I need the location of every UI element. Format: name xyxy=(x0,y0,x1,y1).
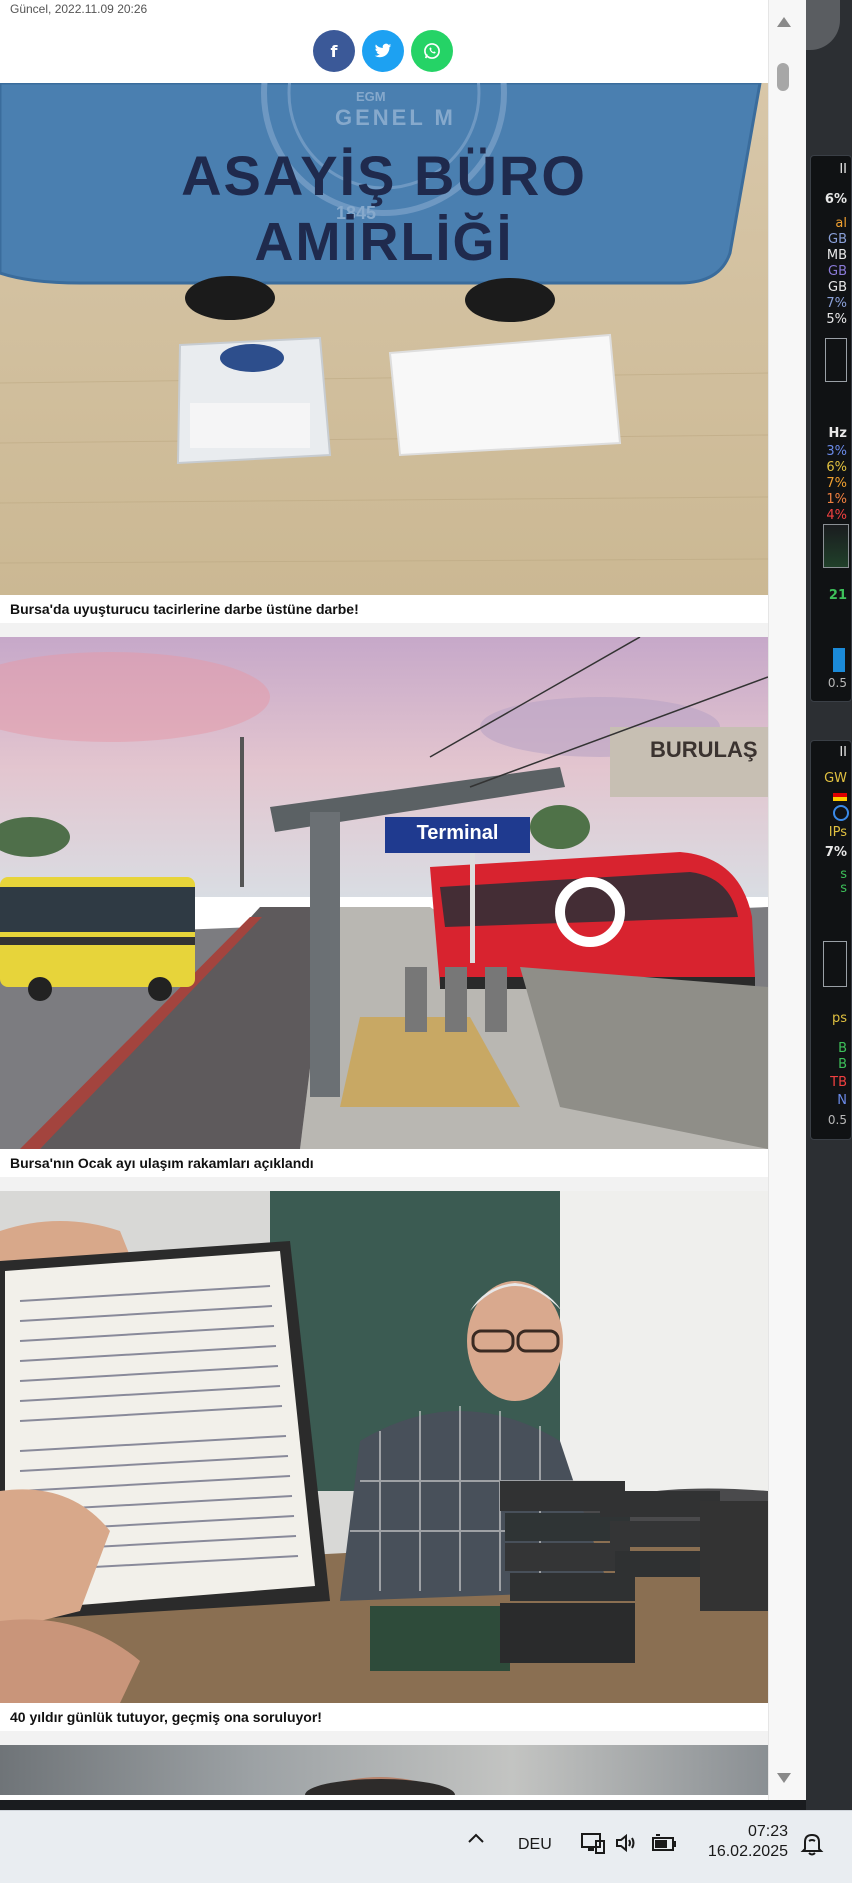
whatsapp-icon xyxy=(424,43,440,59)
sent-value: B xyxy=(838,1041,847,1056)
news-card[interactable]: 40 yıldır günlük tutuyor, geçmiş ona sor… xyxy=(0,1191,768,1731)
temp-value: 21 xyxy=(828,588,847,603)
total-value: TB xyxy=(830,1075,847,1090)
recv-value: B xyxy=(838,1057,847,1072)
sign-seal-mid: EGM xyxy=(356,89,386,104)
network-icon xyxy=(833,805,849,821)
show-hidden-icons-button[interactable] xyxy=(466,1831,486,1850)
news-image-partial[interactable] xyxy=(0,1745,768,1795)
news-card[interactable] xyxy=(0,1745,768,1795)
notifications-button[interactable] xyxy=(800,1831,824,1862)
ram-value: GB xyxy=(828,232,847,247)
taskbar: DEU 07:23 16.02.2025 xyxy=(0,1810,852,1883)
sign-text-line2: AMİRLİĞİ xyxy=(254,212,514,272)
article-header: Güncel, 2022.11.09 20:26 f xyxy=(0,0,768,83)
clock-button[interactable]: 07:23 16.02.2025 xyxy=(700,1823,788,1861)
notification-bell-icon xyxy=(800,1833,824,1856)
partial-photo xyxy=(305,1777,455,1795)
news-card[interactable]: GENEL M EGM ASAYİŞ BÜRO 1845 AMİRLİĞİ Bu… xyxy=(0,83,768,623)
chevron-up-icon xyxy=(468,1833,484,1843)
disk2-value: GB xyxy=(828,280,847,295)
sign-seal-top: GENEL M xyxy=(335,105,456,130)
scroll-thumb[interactable] xyxy=(777,63,789,91)
speaker-icon xyxy=(616,1833,635,1853)
core3-value: 7% xyxy=(826,476,847,491)
twitter-icon xyxy=(374,43,392,58)
facebook-share-button[interactable]: f xyxy=(313,30,355,72)
news-title[interactable]: Bursa'da uyuşturucu tacirlerine darbe üs… xyxy=(10,601,359,617)
mem-value: MB xyxy=(826,248,847,263)
usage-value: 7% xyxy=(826,296,847,311)
disk-value: GB xyxy=(828,264,847,279)
language-indicator[interactable]: DEU xyxy=(518,1836,552,1854)
whatsapp-share-button[interactable] xyxy=(411,30,453,72)
vertical-scrollbar[interactable] xyxy=(768,0,806,1800)
news-card[interactable]: Terminal BURULAŞ Bursa'nın Ocak ayı ulaş… xyxy=(0,637,768,1177)
diary-photo xyxy=(0,1191,768,1703)
usage2-value: 5% xyxy=(826,312,847,327)
company-sign: BURULAŞ xyxy=(650,737,758,762)
page-viewport: Güncel, 2022.11.09 20:26 f GENEL M EGM A… xyxy=(0,0,768,1795)
network-monitor-panel: II GW IPs 7% s s ps B B TB N 0.5 xyxy=(810,740,852,1140)
flag-icon xyxy=(833,789,847,801)
version-value: 0.5 xyxy=(827,676,847,690)
network-icon xyxy=(581,1833,605,1854)
graph-box xyxy=(825,338,847,382)
tram-photo xyxy=(0,637,768,1149)
clock-date: 16.02.2025 xyxy=(707,1843,788,1860)
download-label: s xyxy=(840,881,847,896)
version-value: 0.5 xyxy=(827,1113,847,1127)
twitter-share-button[interactable] xyxy=(362,30,404,72)
net-graph xyxy=(823,941,847,987)
scroll-up-icon[interactable] xyxy=(777,17,791,27)
net-usage: 7% xyxy=(824,845,847,860)
upload-label: s xyxy=(840,867,847,882)
system-monitor-panel: II 6% al GB MB GB GB 7% 5% Hz 3% 6% 7% 1… xyxy=(810,155,852,702)
cpu-value: 6% xyxy=(824,192,847,207)
status-value: N xyxy=(837,1093,847,1108)
core2-value: 6% xyxy=(826,460,847,475)
panel-header: II xyxy=(839,162,847,177)
news-image-tram[interactable]: Terminal BURULAŞ xyxy=(0,637,768,1149)
facebook-icon: f xyxy=(330,41,338,61)
news-image-diary[interactable] xyxy=(0,1191,768,1703)
station-sign: Terminal xyxy=(416,822,499,844)
speed-label: ps xyxy=(831,1011,847,1026)
volume-button[interactable] xyxy=(614,1831,638,1860)
news-image-police[interactable]: GENEL M EGM ASAYİŞ BÜRO 1845 AMİRLİĞİ xyxy=(0,83,768,595)
core4-value: 1% xyxy=(826,492,847,507)
cpu-graph xyxy=(823,524,849,568)
ip-label: IPs xyxy=(828,825,847,840)
panel-header: II xyxy=(839,745,847,760)
updated-timestamp: Güncel, 2022.11.09 20:26 xyxy=(10,2,148,16)
battery-button[interactable] xyxy=(650,1831,678,1860)
scroll-down-icon[interactable] xyxy=(777,1773,791,1783)
ram-label: al xyxy=(835,216,847,231)
windows-icon xyxy=(833,648,845,672)
news-title[interactable]: 40 yıldır günlük tutuyor, geçmiş ona sor… xyxy=(10,1709,322,1725)
sign-text-line1: ASAYİŞ BÜRO xyxy=(181,144,587,207)
clock-time: 07:23 xyxy=(747,1823,788,1840)
freq-label: Hz xyxy=(828,426,847,441)
gpu-label: GW xyxy=(824,771,847,786)
desktop-gadgets: II 6% al GB MB GB GB 7% 5% Hz 3% 6% 7% 1… xyxy=(806,0,852,1810)
battery-icon xyxy=(652,1834,676,1851)
news-title[interactable]: Bursa'nın Ocak ayı ulaşım rakamları açık… xyxy=(10,1155,314,1171)
browser-window: Güncel, 2022.11.09 20:26 f GENEL M EGM A… xyxy=(0,0,807,1800)
core5-value: 4% xyxy=(826,508,847,523)
core1-value: 3% xyxy=(826,444,847,459)
network-status-button[interactable] xyxy=(580,1831,606,1860)
